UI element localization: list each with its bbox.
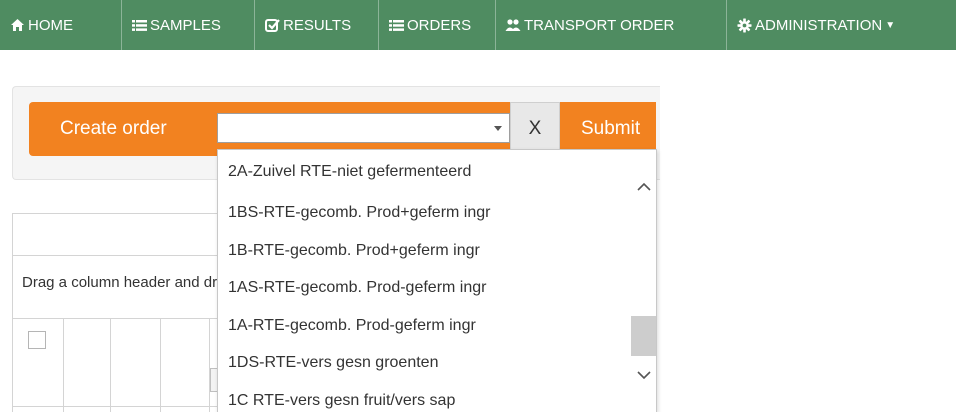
list-icon (388, 17, 404, 33)
nav-samples[interactable]: SAMPLES (122, 0, 255, 50)
nav-transport-order[interactable]: TRANSPORT ORDER (496, 0, 727, 50)
nav-orders[interactable]: ORDERS (379, 0, 496, 50)
nav-samples-label: SAMPLES (150, 16, 221, 34)
submit-button[interactable]: Submit (560, 102, 656, 156)
nav-home-label: HOME (28, 16, 73, 34)
orders-grid (12, 213, 222, 412)
order-bar: Create order X Submit (29, 102, 656, 156)
dropdown-option[interactable]: 1A-RTE-gecomb. Prod-geferm ingr (218, 307, 630, 345)
nav-home[interactable]: HOME (0, 0, 122, 50)
grid-column-divider (63, 318, 64, 412)
dropdown-option[interactable]: 1B-RTE-gecomb. Prod+geferm ingr (218, 232, 630, 270)
nav-transport-order-label: TRANSPORT ORDER (524, 16, 675, 34)
order-type-dropdown: 2A-Zuivel RTE-niet gefermenteerd 1BS-RTE… (217, 149, 657, 412)
nav-strip: HOME SAMPLES RESULTS ORDERS TRANSPORT OR… (0, 0, 956, 50)
create-order-label: Create order (29, 102, 217, 156)
gear-icon (736, 17, 752, 33)
dropdown-option[interactable]: 1C RTE-vers gesn fruit/vers sap (218, 382, 630, 412)
dropdown-option[interactable]: 1AS-RTE-gecomb. Prod-geferm ingr (218, 269, 630, 307)
grid-column-divider (209, 318, 210, 412)
home-icon (9, 17, 25, 33)
group-by-hint: Drag a column header and drop it here to… (22, 274, 218, 291)
chevron-up-icon[interactable] (637, 180, 651, 194)
chevron-down-icon: ▼ (885, 19, 896, 31)
users-icon (505, 17, 521, 33)
nav-results[interactable]: RESULTS (255, 0, 379, 50)
dropdown-scrollbar[interactable] (630, 150, 656, 412)
grid-column-divider (160, 318, 161, 412)
grid-divider (12, 255, 222, 256)
grid-divider (12, 318, 222, 319)
select-all-checkbox[interactable] (28, 331, 46, 349)
dropdown-list: 2A-Zuivel RTE-niet gefermenteerd 1BS-RTE… (218, 150, 630, 412)
order-type-combobox[interactable] (217, 113, 510, 143)
list-icon (131, 17, 147, 33)
nav-administration[interactable]: ADMINISTRATION ▼ (727, 0, 956, 50)
clear-button[interactable]: X (510, 102, 560, 156)
dropdown-option[interactable]: 2A-Zuivel RTE-niet gefermenteerd (218, 150, 630, 194)
dropdown-option[interactable]: 1BS-RTE-gecomb. Prod+geferm ingr (218, 194, 630, 232)
chevron-down-icon[interactable] (494, 126, 502, 131)
dropdown-option[interactable]: 1DS-RTE-vers gesn groenten (218, 344, 630, 382)
top-navbar: HOME SAMPLES RESULTS ORDERS TRANSPORT OR… (0, 0, 976, 50)
nav-results-label: RESULTS (283, 16, 352, 34)
nav-orders-label: ORDERS (407, 16, 472, 34)
nav-administration-label: ADMINISTRATION (755, 16, 883, 34)
grid-divider (12, 406, 222, 407)
order-type-combo-wrap: X (217, 102, 560, 156)
order-type-input[interactable] (222, 117, 482, 139)
scrollbar-thumb[interactable] (631, 316, 656, 356)
grid-column-divider (110, 318, 111, 412)
chevron-down-icon[interactable] (637, 368, 651, 382)
check-square-icon (264, 17, 280, 33)
